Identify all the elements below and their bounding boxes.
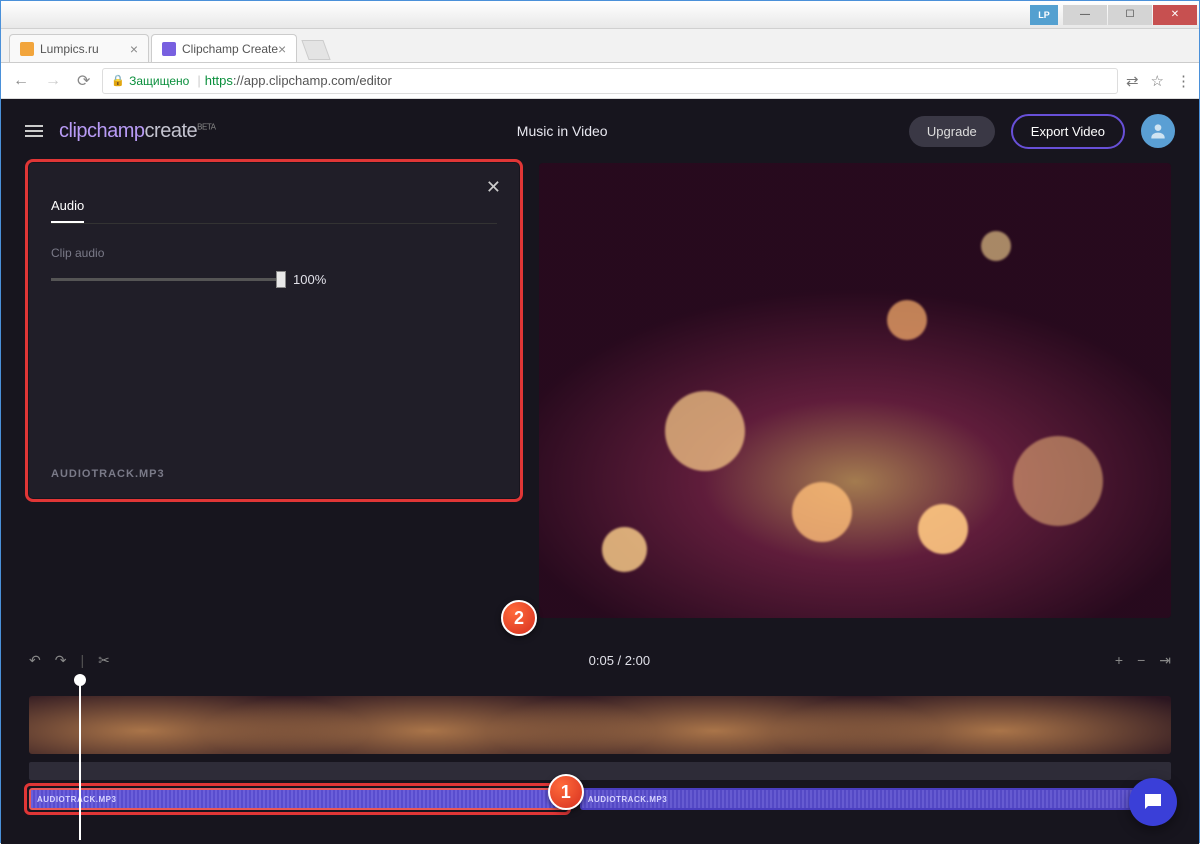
favicon-icon xyxy=(162,42,176,56)
favicon-icon xyxy=(20,42,34,56)
panel-filename: AUDIOTRACK.MP3 xyxy=(51,468,165,480)
menu-button[interactable] xyxy=(25,122,43,140)
panel-close-button[interactable]: ✕ xyxy=(486,177,501,198)
video-track[interactable] xyxy=(29,696,1171,754)
app-header: clipchampcreateBETA Music in Video Upgra… xyxy=(1,99,1199,163)
zoom-in-button[interactable]: + xyxy=(1115,652,1123,669)
secure-label: Защищено xyxy=(129,74,189,88)
titlebar: LP — ☐ ✕ xyxy=(1,1,1199,29)
audio-clip-label: AUDIOTRACK.MP3 xyxy=(37,795,116,804)
video-preview[interactable] xyxy=(539,163,1171,618)
tab-label: Lumpics.ru xyxy=(40,42,99,56)
menu-icon[interactable]: ⋮ xyxy=(1176,72,1191,90)
volume-value: 100% xyxy=(293,272,326,287)
window-maximize-button[interactable]: ☐ xyxy=(1108,5,1152,25)
callout-2: 2 xyxy=(501,600,537,636)
empty-track[interactable] xyxy=(29,762,1171,780)
new-tab-button[interactable] xyxy=(302,40,331,60)
user-icon xyxy=(1148,121,1168,141)
lock-icon: 🔒 xyxy=(111,74,125,87)
close-icon[interactable]: × xyxy=(278,41,286,57)
audio-clip-1[interactable]: AUDIOTRACK.MP3 xyxy=(29,788,566,810)
avatar[interactable] xyxy=(1141,114,1175,148)
forward-button[interactable]: → xyxy=(41,72,65,90)
undo-button[interactable]: ↶ xyxy=(29,652,41,669)
tab-clipchamp[interactable]: Clipchamp Create × xyxy=(151,34,297,62)
playhead[interactable] xyxy=(79,680,81,840)
url-proto: https xyxy=(205,73,233,88)
app-window: LP — ☐ ✕ Lumpics.ru × Clipchamp Create ×… xyxy=(0,0,1200,843)
back-button[interactable]: ← xyxy=(9,72,33,90)
main-area: ✕ Audio Clip audio 100% AUDIOTRACK.MP3 2 xyxy=(1,163,1199,634)
clip-audio-label: Clip audio xyxy=(51,246,497,260)
upgrade-button[interactable]: Upgrade xyxy=(909,116,995,147)
clipchamp-app: clipchampcreateBETA Music in Video Upgra… xyxy=(1,99,1199,844)
tab-label: Clipchamp Create xyxy=(182,42,278,56)
tab-lumpics[interactable]: Lumpics.ru × xyxy=(9,34,149,62)
chat-icon xyxy=(1141,790,1165,814)
fit-button[interactable]: ⇥ xyxy=(1159,652,1171,669)
project-title[interactable]: Music in Video xyxy=(231,123,892,139)
split-button[interactable]: ✂ xyxy=(98,652,110,669)
translate-icon[interactable]: ⇄ xyxy=(1126,72,1139,90)
panel-tab-audio[interactable]: Audio xyxy=(51,198,84,223)
star-icon[interactable]: ☆ xyxy=(1151,72,1164,90)
url-bar: ← → ⟳ 🔒 Защищено | https://app.clipchamp… xyxy=(1,63,1199,99)
timeline: ↶ ↷ | ✂ 0:05 / 2:00 + − ⇥ xyxy=(1,634,1199,844)
chat-button[interactable] xyxy=(1129,778,1177,826)
browser-tabs: Lumpics.ru × Clipchamp Create × xyxy=(1,29,1199,63)
slider-thumb[interactable] xyxy=(276,271,286,288)
callout-1: 1 xyxy=(548,774,584,810)
audio-panel: ✕ Audio Clip audio 100% AUDIOTRACK.MP3 xyxy=(29,163,519,498)
audio-clip-2[interactable]: AUDIOTRACK.MP3 xyxy=(580,788,1171,810)
close-icon[interactable]: × xyxy=(130,41,138,57)
window-close-button[interactable]: ✕ xyxy=(1153,5,1197,25)
window-minimize-button[interactable]: — xyxy=(1063,5,1107,25)
volume-slider[interactable]: 100% xyxy=(51,272,497,287)
audio-clip-label: AUDIOTRACK.MP3 xyxy=(588,795,667,804)
url-path: ://app.clipchamp.com/editor xyxy=(233,73,392,88)
redo-button[interactable]: ↷ xyxy=(55,652,67,669)
address-input[interactable]: 🔒 Защищено | https://app.clipchamp.com/e… xyxy=(102,68,1118,94)
reload-button[interactable]: ⟳ xyxy=(73,71,94,91)
export-button[interactable]: Export Video xyxy=(1011,114,1125,149)
zoom-out-button[interactable]: − xyxy=(1137,652,1145,669)
logo: clipchampcreateBETA xyxy=(59,120,215,143)
lp-badge: LP xyxy=(1030,5,1058,25)
timeline-time: 0:05 / 2:00 xyxy=(124,653,1115,668)
